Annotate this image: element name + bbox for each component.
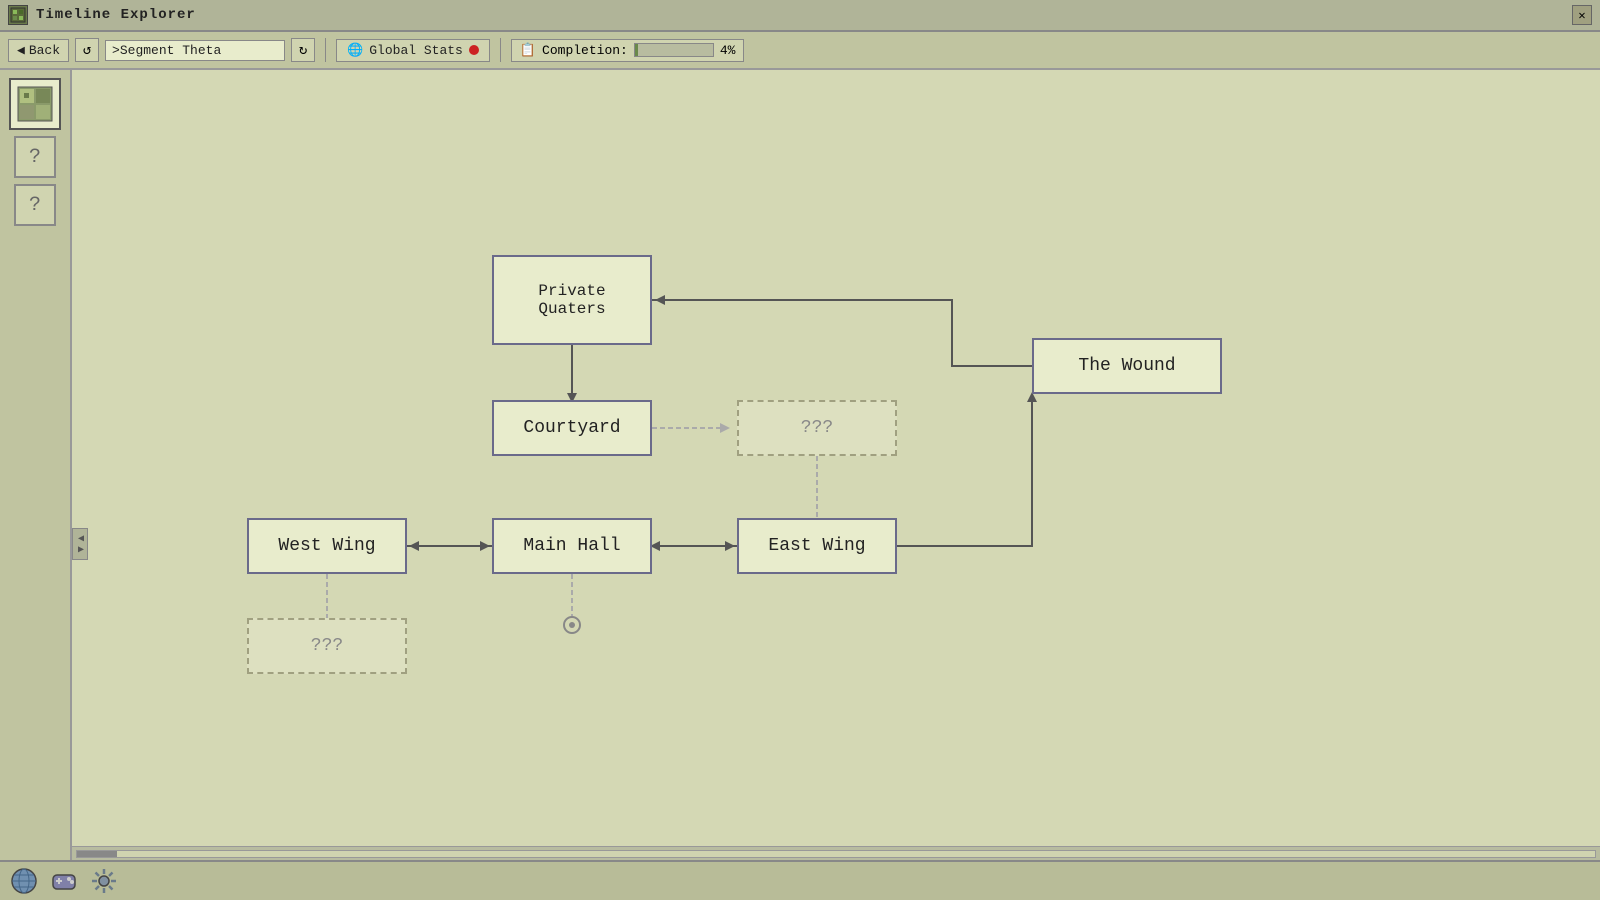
- gamepad-icon: [50, 867, 78, 895]
- status-indicator: [469, 45, 479, 55]
- node-unknown1[interactable]: ???: [737, 400, 897, 456]
- close-button[interactable]: ✕: [1572, 5, 1592, 25]
- statusbar-icon-1[interactable]: [8, 865, 40, 897]
- node-the-wound-label: The Wound: [1078, 356, 1175, 376]
- nav-prev-button[interactable]: ↺: [75, 38, 99, 62]
- back-button[interactable]: ◀ Back: [8, 39, 69, 62]
- node-unknown1-label: ???: [801, 418, 833, 438]
- completion-icon: 📋: [520, 43, 536, 58]
- scrollbar-track[interactable]: [76, 850, 1596, 858]
- statusbar-icon-3[interactable]: [88, 865, 120, 897]
- completion-percent: 4%: [720, 43, 736, 58]
- question-icon-2: ?: [29, 194, 41, 217]
- titlebar-icon: [8, 5, 28, 25]
- globe-icon: 🌐: [347, 43, 363, 58]
- node-private-quarters-label: PrivateQuaters: [538, 282, 605, 318]
- canvas-area: PrivateQuaters Courtyard ??? The Wound W…: [72, 70, 1600, 860]
- node-east-wing[interactable]: East Wing: [737, 518, 897, 574]
- completion-label: Completion:: [542, 43, 628, 58]
- completion-fill: [635, 44, 638, 56]
- titlebar: Timeline Explorer ✕: [0, 0, 1600, 32]
- statusbar-icon-2[interactable]: [48, 865, 80, 897]
- segment-input[interactable]: [105, 40, 285, 61]
- settings-icon: [90, 867, 118, 895]
- side-collapse-handle[interactable]: ◀▶: [72, 528, 88, 560]
- collapse-icon: ◀▶: [75, 533, 86, 555]
- world-icon: [10, 867, 38, 895]
- nav-next-button[interactable]: ↻: [291, 38, 315, 62]
- completion-bar: [634, 43, 714, 57]
- toolbar-separator-2: [500, 38, 501, 62]
- connector-svg: [72, 70, 1600, 860]
- titlebar-title: Timeline Explorer: [36, 7, 196, 23]
- toolbar: ◀ Back ↺ ↻ 🌐 Global Stats 📋 Completion: …: [0, 32, 1600, 70]
- node-courtyard-label: Courtyard: [523, 418, 620, 438]
- nav-next-icon: ↻: [299, 42, 307, 59]
- node-main-hall-label: Main Hall: [523, 536, 620, 556]
- node-private-quarters[interactable]: PrivateQuaters: [492, 255, 652, 345]
- node-courtyard[interactable]: Courtyard: [492, 400, 652, 456]
- canvas-scrollbar[interactable]: [72, 846, 1600, 860]
- node-unknown2[interactable]: ???: [247, 618, 407, 674]
- node-east-wing-label: East Wing: [768, 536, 865, 556]
- back-label: Back: [29, 43, 60, 58]
- sidebar: ? ?: [0, 70, 72, 860]
- main-layout: ? ?: [0, 70, 1600, 860]
- statusbar: [0, 860, 1600, 900]
- scrollbar-thumb[interactable]: [77, 851, 117, 857]
- back-arrow-icon: ◀: [17, 43, 25, 58]
- sidebar-item-unknown1[interactable]: ?: [14, 136, 56, 178]
- global-stats-button[interactable]: 🌐 Global Stats: [336, 39, 490, 62]
- nav-prev-icon: ↺: [83, 42, 91, 59]
- toolbar-separator-1: [325, 38, 326, 62]
- completion-section: 📋 Completion: 4%: [511, 39, 745, 62]
- sidebar-item-map[interactable]: [9, 78, 61, 130]
- node-the-wound[interactable]: The Wound: [1032, 338, 1222, 394]
- global-stats-label: Global Stats: [369, 43, 463, 58]
- node-main-hall[interactable]: Main Hall: [492, 518, 652, 574]
- sidebar-item-unknown2[interactable]: ?: [14, 184, 56, 226]
- node-unknown2-label: ???: [311, 636, 343, 656]
- node-west-wing-label: West Wing: [278, 536, 375, 556]
- node-west-wing[interactable]: West Wing: [247, 518, 407, 574]
- question-icon-1: ?: [29, 146, 41, 169]
- map-thumbnail: [17, 86, 53, 122]
